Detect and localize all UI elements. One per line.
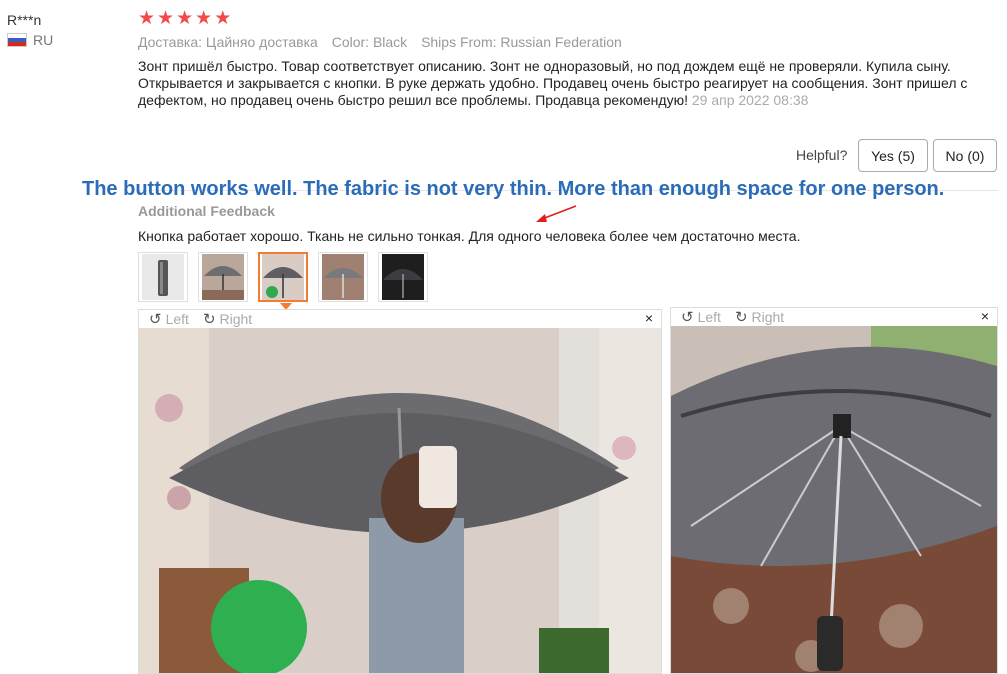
rotate-right-icon: ↻ xyxy=(202,311,216,328)
review-meta: Доставка: Цайняо доставка Color: Black S… xyxy=(138,34,632,50)
review-date: 29 апр 2022 08:38 xyxy=(691,92,809,108)
additional-feedback-text: Кнопка работает хорошо. Ткань не сильно … xyxy=(138,228,801,244)
star-icon: ★ xyxy=(214,8,232,29)
star-icon: ★ xyxy=(195,8,213,29)
review-body: Зонт пришёл быстро. Товар соответствует … xyxy=(138,58,998,109)
photo-thumbnail-active[interactable] xyxy=(258,252,308,302)
country-code: RU xyxy=(33,32,54,48)
close-icon[interactable]: × xyxy=(645,310,653,326)
viewer-toolbar: ↺ Left ↻ Right xyxy=(139,310,661,328)
photo-thumbnail[interactable] xyxy=(198,252,248,302)
viewer-toolbar: ↺ Left ↻ Right xyxy=(671,308,997,326)
ships-from-info: Ships From: Russian Federation xyxy=(421,34,622,50)
rotate-left-button[interactable]: ↺ Left xyxy=(149,310,189,328)
review-text: Зонт пришёл быстро. Товар соответствует … xyxy=(138,58,968,108)
red-arrow-icon xyxy=(536,205,577,222)
photo-thumbnails xyxy=(138,252,428,302)
review-photo-large xyxy=(139,328,661,673)
photo-viewer: ↺ Left ↻ Right × xyxy=(138,309,662,674)
rotate-left-icon: ↺ xyxy=(149,311,162,328)
delivery-info: Доставка: Цайняо доставка xyxy=(138,34,318,50)
additional-feedback-title: Additional Feedback xyxy=(138,203,275,219)
translation-annotation: The button works well. The fabric is not… xyxy=(82,178,945,200)
review-photo-large xyxy=(671,326,997,673)
helpful-label: Helpful? xyxy=(796,147,848,163)
reviewer-country: RU xyxy=(7,32,53,48)
photo-thumbnail[interactable] xyxy=(378,252,428,302)
rotate-left-icon: ↺ xyxy=(681,309,694,326)
close-icon[interactable]: × xyxy=(981,308,989,324)
rotate-right-button[interactable]: ↻ Right xyxy=(203,310,252,328)
reviewer-name: R***n xyxy=(7,12,42,28)
photo-thumbnail[interactable] xyxy=(318,252,368,302)
rating-stars: ★ ★ ★ ★ ★ xyxy=(138,9,231,29)
photo-viewer: ↺ Left ↻ Right × xyxy=(670,307,998,674)
color-info: Color: Black xyxy=(331,34,408,50)
star-icon: ★ xyxy=(138,8,156,29)
helpful-no-button[interactable]: No (0) xyxy=(933,139,997,172)
rotate-right-icon: ↻ xyxy=(734,309,748,326)
photo-thumbnail[interactable] xyxy=(138,252,188,302)
rotate-right-button[interactable]: ↻ Right xyxy=(735,308,784,326)
star-icon: ★ xyxy=(176,8,194,29)
rotate-left-button[interactable]: ↺ Left xyxy=(681,308,721,326)
helpful-yes-button[interactable]: Yes (5) xyxy=(858,139,928,172)
star-icon: ★ xyxy=(157,8,175,29)
russia-flag-icon xyxy=(7,33,27,47)
